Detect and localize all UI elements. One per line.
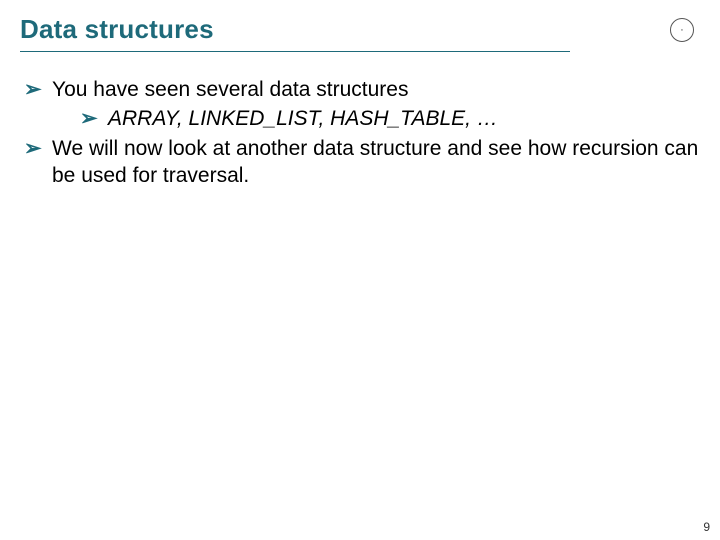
bullet-arrow-icon: ➢: [24, 135, 42, 190]
bullet-arrow-icon: ➢: [80, 105, 98, 132]
page-number: 9: [703, 520, 710, 534]
corner-logo: ·: [670, 18, 694, 42]
title-block: Data structures: [20, 14, 570, 52]
slide: Data structures · ➢ You have seen severa…: [0, 0, 720, 540]
bullet-item: ➢ We will now look at another data struc…: [24, 135, 700, 190]
title-underline: [20, 51, 570, 52]
bullet-item-nested: ➢ ARRAY, LINKED_LIST, HASH_TABLE, …: [24, 105, 700, 132]
bullet-arrow-icon: ➢: [24, 76, 42, 103]
bullet-text: You have seen several data structures: [52, 76, 700, 103]
bullet-item: ➢ You have seen several data structures: [24, 76, 700, 103]
slide-title: Data structures: [20, 14, 570, 45]
slide-body: ➢ You have seen several data structures …: [20, 76, 700, 189]
logo-dot-icon: ·: [680, 24, 684, 36]
bullet-text: We will now look at another data structu…: [52, 135, 700, 190]
title-row: Data structures ·: [20, 14, 700, 52]
bullet-text: ARRAY, LINKED_LIST, HASH_TABLE, …: [108, 105, 700, 132]
